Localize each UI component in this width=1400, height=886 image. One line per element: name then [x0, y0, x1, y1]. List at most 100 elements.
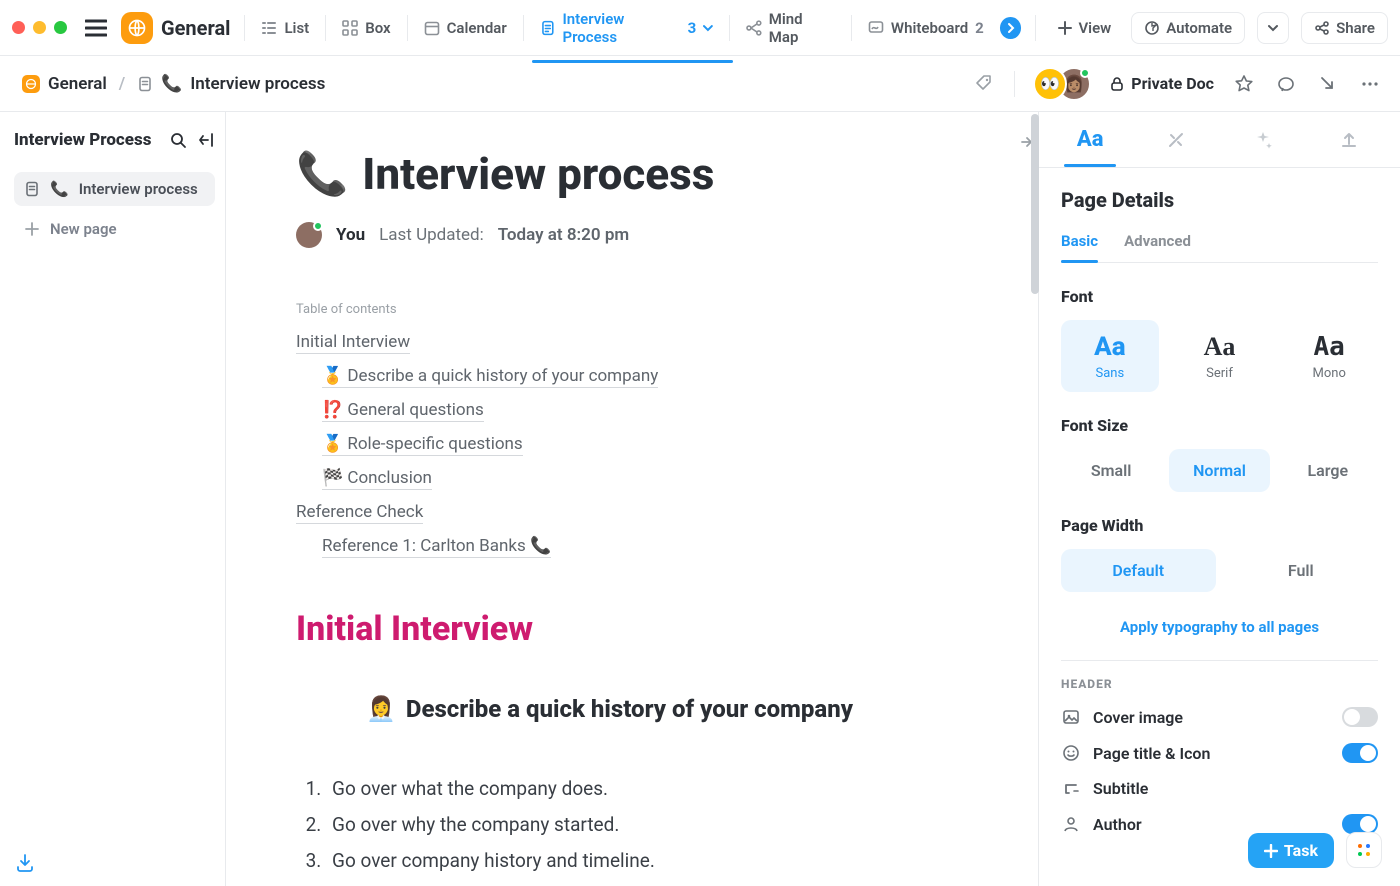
toggle-title-icon[interactable]: [1342, 743, 1378, 763]
view-tab-box[interactable]: Box: [340, 19, 392, 37]
view-tab-calendar[interactable]: Calendar: [422, 19, 509, 37]
avatar: [296, 222, 322, 248]
toc-link[interactable]: Reference 1: Carlton Banks 📞: [322, 536, 551, 558]
task-label: Task: [1284, 841, 1318, 860]
pagewidth-full[interactable]: Full: [1224, 549, 1379, 592]
heading-text: Describe a quick history of your company: [406, 695, 853, 723]
comment-icon[interactable]: [1274, 72, 1298, 96]
divider: [851, 15, 852, 41]
apps-button[interactable]: [1346, 832, 1382, 868]
calendar-icon: [424, 20, 440, 36]
panel-tab-export[interactable]: [1306, 112, 1392, 167]
phone-emoji: 📞: [50, 180, 69, 198]
status-online-icon: [1080, 68, 1090, 78]
privacy-indicator[interactable]: Private Doc: [1109, 74, 1214, 93]
toc-link[interactable]: 🏁 Conclusion: [322, 468, 432, 490]
star-icon[interactable]: [1232, 72, 1256, 96]
space-icon: [121, 12, 153, 44]
toc-link[interactable]: ⁉️ General questions: [322, 400, 484, 422]
sidebar-item-label: Interview process: [79, 180, 198, 198]
font-option-serif[interactable]: Aa Serif: [1171, 320, 1269, 392]
breadcrumb-bar: General / 📞 Interview process 👀 👩🏽 Priva…: [0, 56, 1400, 112]
next-views-button[interactable]: [1000, 17, 1022, 39]
view-tab-whiteboard[interactable]: Whiteboard 2: [866, 19, 986, 37]
section-heading[interactable]: Initial Interview: [296, 609, 980, 649]
subtab-advanced[interactable]: Advanced: [1124, 232, 1191, 262]
download-icon[interactable]: [1316, 72, 1340, 96]
view-label: Interview Process: [562, 10, 680, 46]
pagewidth-default[interactable]: Default: [1061, 549, 1216, 592]
numbered-list[interactable]: Go over what the company does. Go over w…: [296, 771, 980, 879]
toc-link[interactable]: 🏅 Describe a quick history of your compa…: [322, 366, 658, 388]
avatar-stack[interactable]: 👀 👩🏽: [1033, 67, 1091, 101]
page-title[interactable]: 📞 Interview process: [296, 148, 980, 200]
list-item[interactable]: Go over what the company does.: [326, 771, 980, 807]
breadcrumb-doc[interactable]: Interview process: [190, 74, 325, 94]
space-chip[interactable]: General: [121, 12, 230, 44]
apply-typography-link[interactable]: Apply typography to all pages: [1061, 618, 1378, 636]
view-tab-mindmap[interactable]: Mind Map: [744, 10, 837, 46]
divider: [407, 15, 408, 41]
box-icon: [342, 20, 358, 36]
panel-tab-relations[interactable]: [1133, 112, 1219, 167]
toggle-author[interactable]: [1342, 814, 1378, 834]
toc-link[interactable]: Initial Interview: [296, 332, 410, 354]
more-icon[interactable]: [1358, 72, 1382, 96]
mindmap-icon: [746, 20, 762, 36]
panel-title: Page Details: [1061, 188, 1378, 212]
font-options: Aa Sans Aa Serif Aa Mono: [1061, 320, 1378, 392]
subsection-heading[interactable]: 👩‍💼 Describe a quick history of your com…: [296, 667, 980, 763]
share-button[interactable]: Share: [1301, 12, 1388, 44]
import-icon[interactable]: [14, 852, 215, 874]
automate-label: Automate: [1166, 19, 1232, 37]
fontsize-large[interactable]: Large: [1278, 449, 1378, 492]
divider: [244, 15, 245, 41]
font-caption: Sans: [1095, 366, 1124, 381]
automate-dropdown[interactable]: [1257, 12, 1289, 44]
automate-button[interactable]: Automate: [1131, 12, 1245, 44]
divider: [523, 15, 524, 41]
add-view-button[interactable]: View: [1050, 13, 1119, 43]
font-sample: Aa: [1314, 332, 1345, 362]
user-icon: [1061, 815, 1081, 833]
sidebar-item-new-page[interactable]: New page: [14, 212, 215, 246]
sidebar-item-interview-process[interactable]: 📞 Interview process: [14, 172, 215, 206]
font-option-mono[interactable]: Aa Mono: [1280, 320, 1378, 392]
view-tab-interview-process[interactable]: Interview Process 3: [538, 10, 715, 46]
doc-icon: [137, 76, 153, 92]
export-icon: [1339, 130, 1359, 150]
scrollbar[interactable]: [1031, 114, 1039, 294]
window-controls: [12, 21, 67, 34]
breadcrumb-space[interactable]: General: [48, 74, 107, 94]
fontsize-small[interactable]: Small: [1061, 449, 1161, 492]
chevron-down-icon: [703, 23, 713, 33]
new-task-button[interactable]: Task: [1248, 833, 1334, 868]
apps-icon: [1355, 841, 1373, 859]
list-item[interactable]: Go over company history and timeline.: [326, 843, 980, 879]
row-title-icon: Page title & Icon: [1061, 743, 1378, 763]
fontsize-normal[interactable]: Normal: [1169, 449, 1269, 492]
status-online-icon: [313, 221, 323, 231]
close-window-icon[interactable]: [12, 21, 25, 34]
subtab-basic[interactable]: Basic: [1061, 232, 1098, 262]
collapse-sidebar-icon[interactable]: [197, 131, 215, 149]
view-tab-list[interactable]: List: [259, 19, 311, 37]
font-option-sans[interactable]: Aa Sans: [1061, 320, 1159, 392]
list-icon: [261, 20, 277, 36]
maximize-window-icon[interactable]: [54, 21, 67, 34]
topbar: General List Box Calendar Interview Proc…: [0, 0, 1400, 56]
divider: [325, 15, 326, 41]
minimize-window-icon[interactable]: [33, 21, 46, 34]
panel-tab-typography[interactable]: Aa: [1047, 112, 1133, 167]
pagewidth-options: Default Full: [1061, 549, 1378, 592]
search-icon[interactable]: [169, 131, 187, 149]
toc-link[interactable]: Reference Check: [296, 502, 423, 524]
view-label: Mind Map: [769, 10, 835, 46]
privacy-label: Private Doc: [1131, 74, 1214, 93]
toc-link[interactable]: 🏅 Role-specific questions: [322, 434, 523, 456]
menu-icon[interactable]: [85, 19, 107, 37]
list-item[interactable]: Go over why the company started.: [326, 807, 980, 843]
panel-tab-ai[interactable]: [1220, 112, 1306, 167]
tag-icon[interactable]: [972, 72, 996, 96]
toggle-cover-image[interactable]: [1342, 707, 1378, 727]
